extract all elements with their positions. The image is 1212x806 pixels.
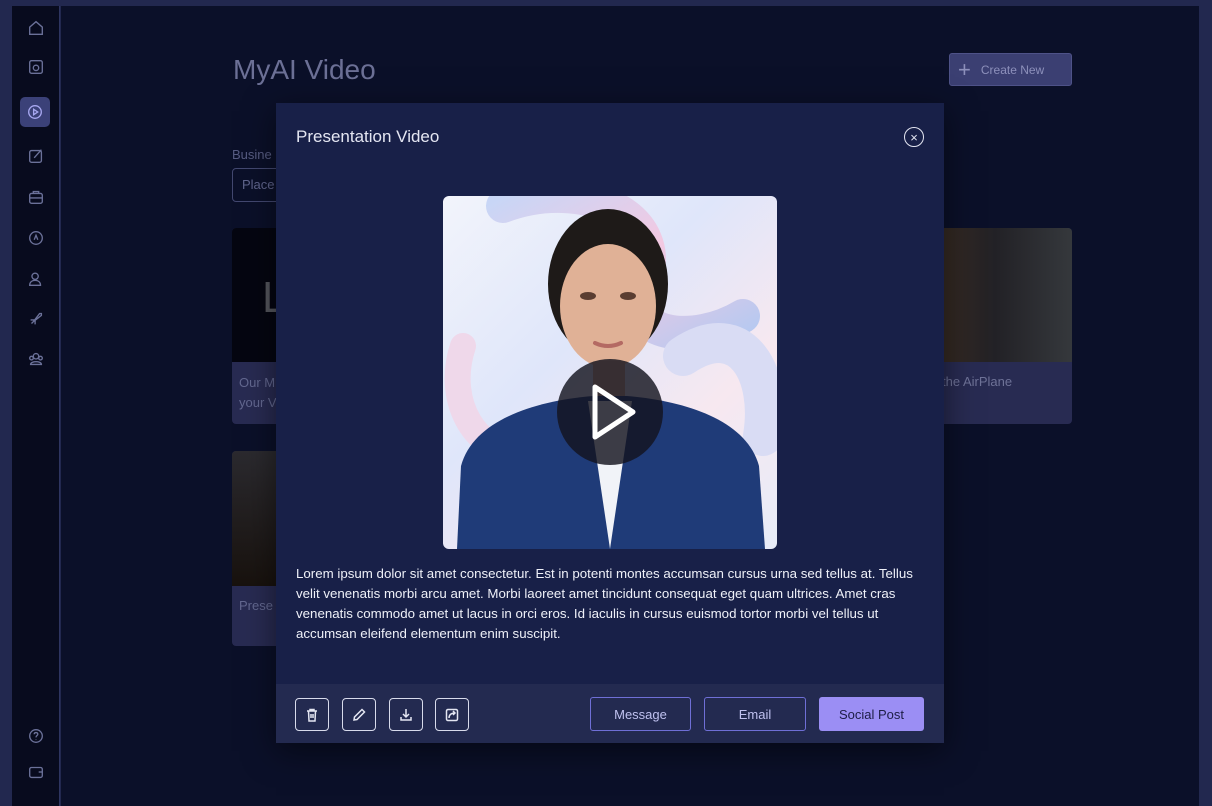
download-button[interactable] — [389, 698, 423, 731]
delete-button[interactable] — [295, 698, 329, 731]
video-card[interactable]: the AirPlane — [932, 228, 1072, 424]
share-icon — [445, 708, 459, 721]
video-player[interactable] — [443, 196, 777, 549]
share-button[interactable] — [435, 698, 469, 731]
briefcase-icon[interactable] — [26, 187, 46, 207]
message-button[interactable]: Message — [590, 697, 691, 731]
create-new-label: Create New — [980, 62, 1045, 77]
edit-icon[interactable] — [26, 146, 46, 166]
modal-title: Presentation Video — [296, 127, 440, 146]
group-icon[interactable] — [26, 349, 46, 369]
plus-icon: + — [958, 56, 971, 82]
play-icon — [592, 384, 636, 440]
play-button[interactable] — [557, 359, 663, 465]
compass-icon[interactable] — [26, 228, 46, 248]
document-icon[interactable] — [26, 57, 46, 77]
social-post-button[interactable]: Social Post — [819, 697, 924, 731]
filter-label: Busine — [232, 147, 272, 162]
home-icon[interactable] — [26, 18, 46, 38]
page-title: MyAI Video — [233, 54, 376, 85]
help-icon[interactable] — [26, 726, 46, 746]
close-icon[interactable]: × — [904, 127, 924, 147]
trash-icon — [307, 708, 317, 722]
video-preview-modal: Presentation Video × Lorem ipsum dolor s… — [276, 103, 944, 743]
app-frame: MyAI Video + Create New Busine Place L O… — [0, 0, 1212, 806]
download-icon — [400, 708, 412, 721]
pencil-icon — [353, 707, 366, 721]
create-new-button[interactable]: + Create New — [949, 53, 1072, 86]
modal-footer: Message Email Social Post — [276, 684, 944, 743]
rocket-icon[interactable] — [26, 309, 46, 329]
video-thumbnail — [932, 228, 1072, 362]
play-icon[interactable] — [20, 97, 50, 127]
sidebar — [12, 6, 60, 806]
edit-button[interactable] — [342, 698, 376, 731]
wallet-icon[interactable] — [26, 762, 46, 782]
user-icon[interactable] — [26, 269, 46, 289]
video-description: Lorem ipsum dolor sit amet consectetur. … — [296, 566, 913, 641]
email-button[interactable]: Email — [704, 697, 806, 731]
video-card-caption: the AirPlane — [942, 374, 1013, 389]
